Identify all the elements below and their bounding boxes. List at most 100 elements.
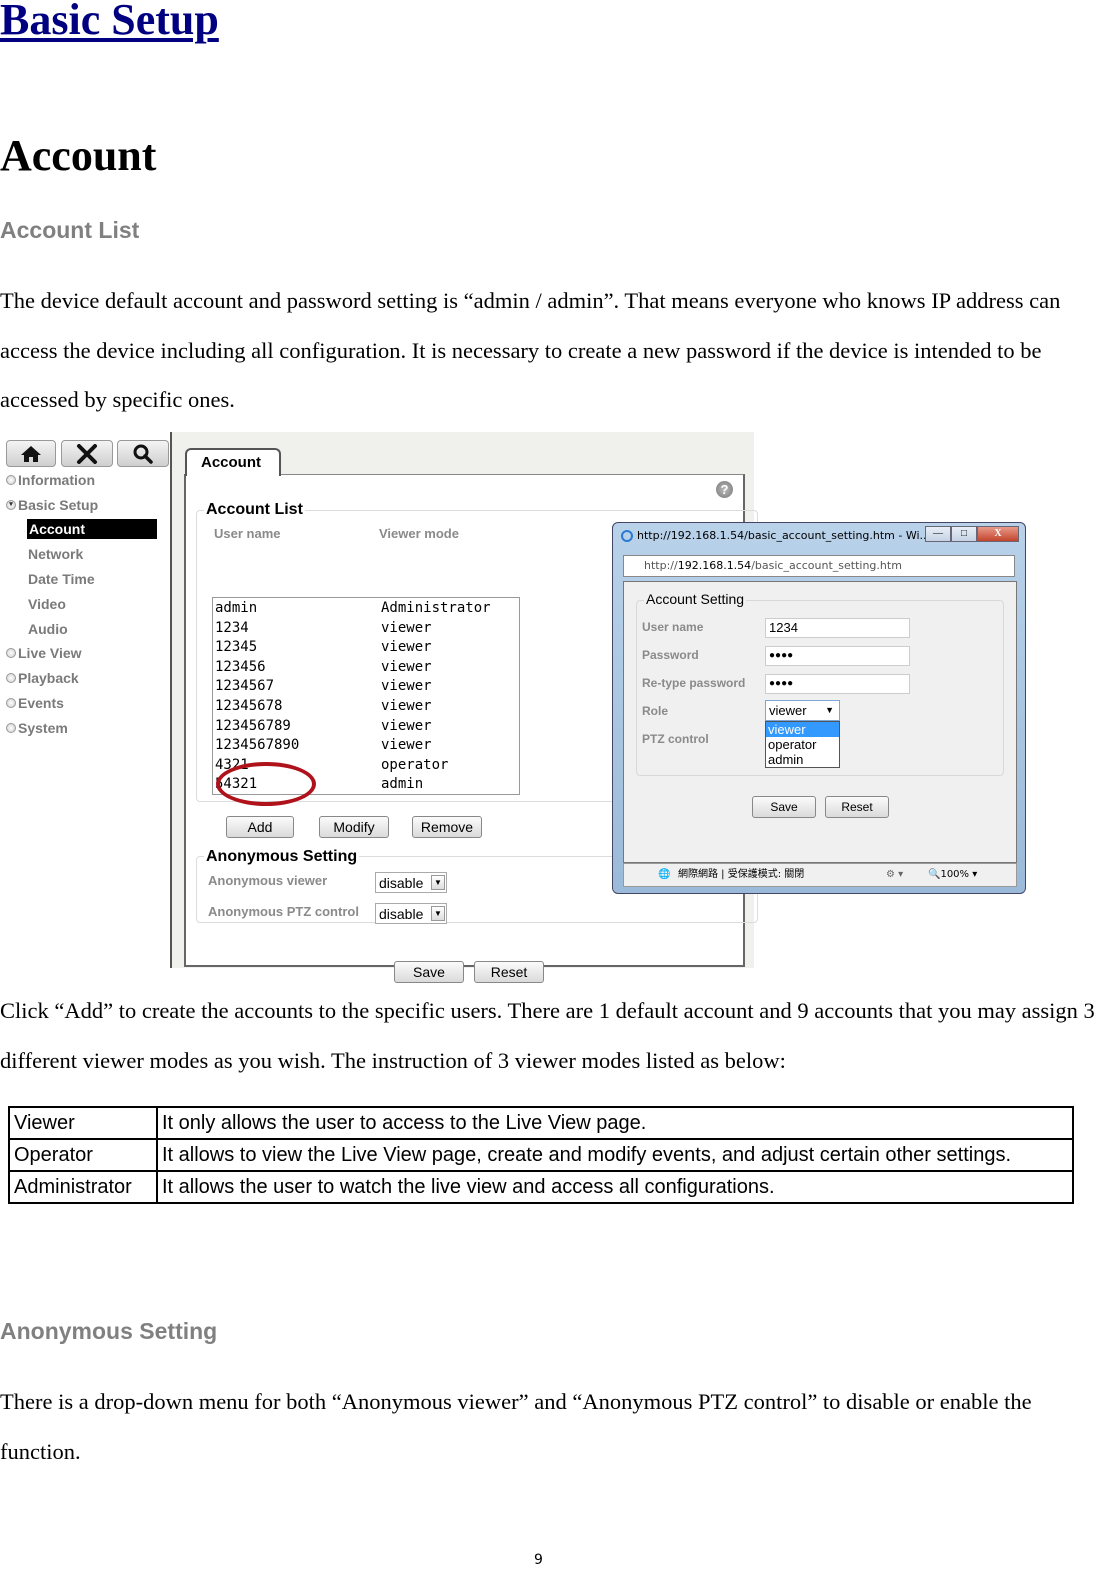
password-input[interactable]: ●●●● bbox=[765, 646, 910, 666]
sidebar-item-events[interactable]: Events bbox=[6, 695, 64, 711]
sidebar-subitem-account[interactable]: Account bbox=[27, 519, 157, 539]
url-host: 192.168.1.54 bbox=[677, 559, 752, 572]
add-highlight-circle bbox=[216, 762, 316, 806]
save-button[interactable]: Save bbox=[394, 961, 464, 983]
settings-button[interactable] bbox=[61, 440, 113, 467]
mode-description: It allows to view the Live View page, cr… bbox=[156, 1138, 1074, 1172]
sidebar-item-information[interactable]: Information bbox=[6, 472, 95, 488]
table-row: Viewer It only allows the user to access … bbox=[8, 1106, 1074, 1140]
section-heading-account: Account bbox=[0, 131, 157, 180]
mode-name: Administrator bbox=[8, 1170, 158, 1204]
subsection-heading-anonymous-setting: Anonymous Setting bbox=[0, 1318, 218, 1344]
url-prefix: http:// bbox=[644, 559, 678, 572]
browser-icon bbox=[621, 529, 633, 542]
paragraph-default-account: The device default account and password … bbox=[0, 288, 1061, 412]
sidebar-subitem-network[interactable]: Network bbox=[28, 546, 83, 562]
sidebar-subitem-date-time[interactable]: Date Time bbox=[28, 571, 95, 587]
status-bar: 🌐 網際網路 | 受保護模式: 關閉 ⚙ ▾ 🔍100% ▾ bbox=[623, 863, 1017, 887]
reset-button[interactable]: Reset bbox=[474, 961, 544, 983]
user-name-label: User name bbox=[642, 620, 704, 634]
sidebar-item-label: Events bbox=[18, 695, 64, 711]
security-zone-text: 網際網路 | 受保護模式: 關閉 bbox=[678, 869, 805, 880]
account-viewer-mode: viewer bbox=[381, 639, 432, 656]
protected-mode-icon[interactable]: ⚙ ▾ bbox=[886, 864, 903, 886]
account-viewer-mode: Administrator bbox=[381, 600, 491, 616]
anonymous-setting-legend: Anonymous Setting bbox=[204, 848, 360, 866]
account-user-name: 1234567890 bbox=[215, 737, 300, 754]
page-number: 9 bbox=[534, 1552, 543, 1568]
user-name-input[interactable]: 1234 bbox=[765, 618, 910, 638]
add-button[interactable]: Add bbox=[226, 816, 294, 838]
page-heading-basic-setup[interactable]: Basic Setup bbox=[0, 0, 219, 45]
sidebar-subitem-video[interactable]: Video bbox=[28, 596, 66, 612]
anonymous-ptz-select[interactable]: disable ▼ bbox=[375, 903, 447, 924]
account-user-name: 123456 bbox=[215, 658, 266, 675]
subsection-heading-account-list: Account List bbox=[0, 217, 140, 243]
help-icon[interactable]: ? bbox=[716, 481, 733, 498]
retype-password-input[interactable]: ●●●● bbox=[765, 674, 910, 694]
role-option-operator[interactable]: operator bbox=[766, 737, 839, 752]
popup-title-bar: http://192.168.1.54/basic_account_settin… bbox=[621, 529, 930, 542]
account-viewer-mode: viewer bbox=[381, 658, 432, 675]
account-setting-popup-window: http://192.168.1.54/basic_account_settin… bbox=[612, 522, 1026, 894]
ptz-control-label: PTZ control bbox=[642, 732, 709, 746]
account-user-name: 12345 bbox=[215, 639, 258, 656]
sidebar-item-label: Playback bbox=[18, 670, 79, 686]
sidebar-item-system[interactable]: System bbox=[6, 720, 68, 736]
account-setting-legend: Account Setting bbox=[644, 591, 747, 607]
account-viewer-mode: admin bbox=[381, 776, 424, 793]
account-viewer-mode: viewer bbox=[381, 619, 432, 636]
role-select[interactable]: viewer ▼ bbox=[765, 700, 840, 721]
viewer-modes-table: Viewer It only allows the user to access … bbox=[8, 1106, 1074, 1204]
tools-icon bbox=[77, 443, 97, 464]
search-icon bbox=[133, 444, 153, 464]
search-button[interactable] bbox=[117, 440, 169, 467]
account-user-name: 12345678 bbox=[215, 698, 283, 714]
role-label: Role bbox=[642, 704, 669, 718]
sidebar-item-playback[interactable]: Playback bbox=[6, 670, 79, 686]
account-viewer-mode: viewer bbox=[381, 678, 432, 695]
popup-title: http://192.168.1.54/basic_account_settin… bbox=[637, 529, 931, 542]
account-list-legend: Account List bbox=[204, 501, 305, 519]
account-user-name: 1234 bbox=[215, 619, 249, 636]
remove-button[interactable]: Remove bbox=[412, 816, 482, 838]
globe-icon: 🌐 bbox=[658, 869, 671, 880]
sidebar-item-basic-setup[interactable]: ▾ Basic Setup bbox=[6, 497, 98, 513]
tab-account[interactable]: Account bbox=[185, 448, 281, 476]
mode-name: Operator bbox=[8, 1138, 158, 1172]
anonymous-viewer-select[interactable]: disable ▼ bbox=[375, 872, 447, 893]
password-label: Password bbox=[642, 648, 699, 662]
chevron-down-icon: ▼ bbox=[431, 875, 445, 890]
close-button[interactable]: X bbox=[977, 526, 1019, 542]
chevron-down-icon: ▼ bbox=[431, 906, 445, 921]
collapsed-bullet-icon bbox=[6, 475, 16, 485]
zoom-value: 100% bbox=[940, 869, 970, 880]
zoom-icon: 🔍 bbox=[928, 869, 941, 880]
home-button[interactable] bbox=[6, 440, 56, 467]
maximize-button[interactable]: □ bbox=[951, 526, 977, 542]
popup-save-button[interactable]: Save bbox=[752, 796, 816, 818]
account-viewer-mode: viewer bbox=[381, 698, 432, 714]
popup-reset-button[interactable]: Reset bbox=[825, 796, 889, 818]
table-row: Operator It allows to view the Live View … bbox=[8, 1138, 1074, 1172]
modify-button[interactable]: Modify bbox=[319, 816, 389, 838]
retype-password-label: Re-type password bbox=[642, 676, 746, 690]
anonymous-ptz-label: Anonymous PTZ control bbox=[208, 904, 359, 919]
minimize-button[interactable]: — bbox=[925, 526, 951, 542]
role-option-admin[interactable]: admin bbox=[766, 752, 839, 767]
sidebar-item-live-view[interactable]: Live View bbox=[6, 645, 82, 661]
address-bar[interactable]: http://192.168.1.54/basic_account_settin… bbox=[623, 555, 1015, 577]
sidebar-item-label: Live View bbox=[18, 645, 82, 661]
zoom-level[interactable]: 🔍100% ▾ bbox=[928, 864, 977, 886]
role-dropdown-list: viewer operator admin bbox=[765, 721, 840, 768]
mode-description: It only allows the user to access to the… bbox=[156, 1106, 1074, 1140]
mode-name: Viewer bbox=[8, 1106, 158, 1140]
sidebar-subitem-audio[interactable]: Audio bbox=[28, 621, 68, 637]
collapsed-bullet-icon bbox=[6, 648, 16, 658]
collapsed-bullet-icon bbox=[6, 698, 16, 708]
account-user-name: 123456789 bbox=[215, 717, 291, 734]
window-controls: — □ X bbox=[925, 526, 1019, 542]
paragraph-add-accounts: Click “Add” to create the accounts to th… bbox=[0, 998, 1095, 1073]
role-option-viewer[interactable]: viewer bbox=[766, 722, 839, 737]
popup-content: Account Setting User name 1234 Password … bbox=[623, 581, 1017, 863]
